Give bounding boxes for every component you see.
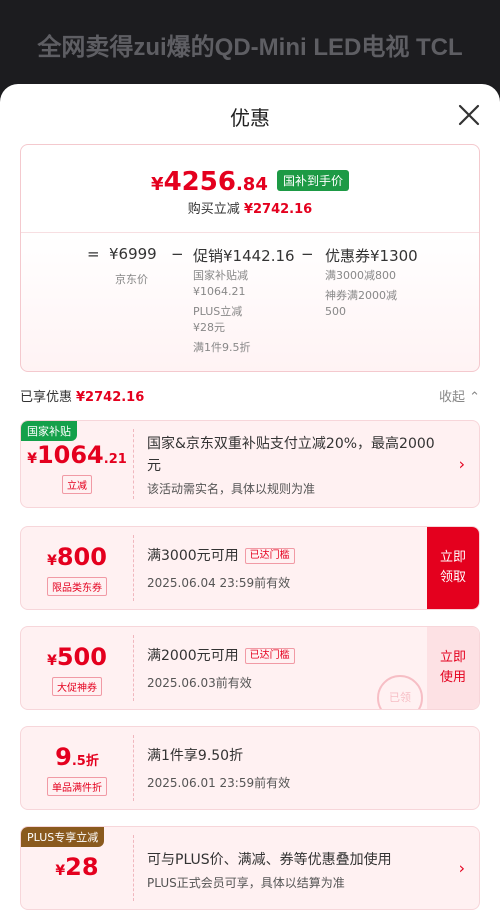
coupon-title-text: 满2000元可用 — [147, 648, 239, 664]
coupon-amount: 9.5折 — [21, 743, 133, 771]
coupon-separator — [133, 535, 134, 601]
price-summary-card: ¥4256.84 国补到手价 购买立减 ¥2742.16 = ¥6999 京东价… — [20, 144, 480, 372]
coupon-national-subsidy[interactable]: 国家补贴 ¥1064.21 立减 国家&京东双重补贴支付立减20%，最高2000… — [20, 420, 480, 508]
coupon-separator — [133, 735, 134, 801]
applied-discount-row: 已享优惠 ¥2742.16 收起 ⌃ — [20, 386, 480, 406]
coupon-currency: ¥ — [47, 553, 57, 569]
equals-sign: = — [87, 245, 100, 263]
coupon-800[interactable]: ¥800 限品类东券 满3000元可用 已达门槛 2025.06.04 23:59… — [20, 526, 480, 610]
coupon-amount-area: ¥800 限品类东券 — [21, 527, 133, 609]
jd-price: ¥6999 — [109, 245, 157, 263]
claim-button-label-line2: 领取 — [439, 570, 466, 585]
promo-line: 国家补贴减 — [193, 269, 248, 282]
applied-label: 已享优惠 — [20, 390, 73, 405]
coupon-discount-rate[interactable]: 9.5折 单品满件折 满1件享9.50折 2025.06.01 23:59前有效 — [20, 726, 480, 810]
final-price: ¥4256.84 国补到手价 — [21, 167, 479, 197]
coupon-total: 优惠券¥1300 — [325, 247, 418, 265]
chevron-right-icon[interactable]: › — [459, 455, 465, 474]
use-button-label-line2: 使用 — [439, 670, 466, 685]
final-price-tag: 国补到手价 — [276, 170, 349, 191]
coupon-amount-integer: 500 — [56, 643, 107, 671]
chevron-right-icon[interactable]: › — [459, 859, 465, 878]
coupon-validity: 2025.06.04 23:59前有效 — [147, 576, 291, 590]
coupon-separator — [133, 635, 134, 701]
coupon-amount-integer: 9 — [55, 743, 72, 771]
coupon-amount-integer: 800 — [56, 543, 107, 571]
saved-value: ¥2742.16 — [243, 202, 313, 217]
claim-button[interactable]: 立即 领取 — [427, 527, 479, 609]
jd-price-label: 京东价 — [115, 273, 148, 286]
promo-total: 促销¥1442.16 — [193, 247, 295, 265]
minus-sign: − — [301, 245, 314, 263]
claim-button-label-line1: 立即 — [439, 550, 466, 565]
coupon-tag: 立减 — [62, 475, 92, 494]
promo-line: ¥28元 — [193, 321, 225, 334]
sheet-title: 优惠 — [230, 106, 270, 130]
coupon-subtitle: 该活动需实名，具体以规则为准 — [147, 482, 316, 496]
coupon-tag: 单品满件折 — [47, 777, 107, 796]
use-button-label-line1: 立即 — [439, 650, 466, 665]
coupon-line: 500 — [325, 305, 346, 318]
final-price-currency: ¥ — [151, 174, 164, 195]
coupon-amount-area: 9.5折 单品满件折 — [21, 727, 133, 809]
coupon-currency: ¥ — [47, 653, 57, 669]
coupon-amount-integer: 1064 — [36, 441, 104, 469]
coupon-separator — [133, 835, 134, 901]
coupon-500[interactable]: ¥500 大促神券 满2000元可用 已达门槛 2025.06.03前有效 已领 … — [20, 626, 480, 710]
close-icon — [458, 104, 480, 126]
coupon-amount-area: ¥28 — [21, 827, 133, 909]
collapse-toggle[interactable]: 收起 ⌃ — [439, 386, 480, 405]
price-formula: = ¥6999 京东价 − 促销¥1442.16 国家补贴减 ¥1064.21 … — [21, 243, 479, 363]
final-price-fraction: .84 — [235, 174, 268, 195]
coupon-plus[interactable]: PLUS专享立减 ¥28 可与PLUS价、满减、券等优惠叠加使用 PLUS正式会… — [20, 826, 480, 910]
coupon-validity: 2025.06.01 23:59前有效 — [147, 776, 291, 790]
coupon-amount-area: ¥1064.21 立减 — [21, 421, 133, 507]
coupon-body: 满2000元可用 已达门槛 2025.06.03前有效 — [147, 645, 419, 693]
coupon-amount-fraction: .5折 — [71, 754, 99, 769]
coupon-amount-fraction: .21 — [103, 452, 127, 467]
coupon-amount: ¥800 — [21, 543, 133, 571]
discount-sheet: 优惠 ¥4256.84 国补到手价 购买立减 ¥2742.16 = ¥6999 … — [0, 84, 500, 910]
saved-label: 购买立减 — [187, 202, 240, 217]
promo-line: 满1件9.5折 — [193, 341, 251, 354]
coupon-subtitle: PLUS正式会员可享，具体以结算为准 — [147, 876, 345, 890]
minus-sign: − — [171, 245, 184, 263]
threshold-reached-badge: 已达门槛 — [244, 548, 295, 564]
coupon-tag: 大促神券 — [52, 677, 102, 696]
coupon-title: 满1件享9.50折 — [147, 748, 244, 764]
coupon-line: 神券满2000减 — [325, 289, 397, 302]
threshold-reached-badge: 已达门槛 — [244, 648, 295, 664]
use-button[interactable]: 立即 使用 — [427, 627, 479, 709]
coupon-title: 满2000元可用 已达门槛 — [147, 645, 419, 667]
applied-value: ¥2742.16 — [76, 390, 145, 405]
coupon-separator — [133, 429, 134, 499]
coupon-amount: ¥500 — [21, 643, 133, 671]
coupon-title: 可与PLUS价、满减、券等优惠叠加使用 — [147, 852, 392, 868]
coupon-tag: 限品类东券 — [47, 577, 107, 596]
coupon-title-text: 满3000元可用 — [147, 548, 239, 564]
promo-line: PLUS立减 — [193, 305, 243, 318]
final-price-integer: 4256 — [163, 167, 236, 197]
saved-amount: 购买立减 ¥2742.16 — [21, 198, 479, 217]
coupon-amount: ¥1064.21 — [21, 441, 133, 469]
promo-line: ¥1064.21 — [193, 285, 246, 298]
coupon-currency: ¥ — [55, 863, 66, 879]
coupon-title: 满3000元可用 已达门槛 — [147, 545, 419, 567]
coupon-body: 满1件享9.50折 2025.06.01 23:59前有效 — [147, 745, 419, 793]
coupon-body: 可与PLUS价、满减、券等优惠叠加使用 PLUS正式会员可享，具体以结算为准 — [147, 849, 445, 893]
divider — [21, 232, 479, 233]
coupon-currency: ¥ — [27, 451, 37, 467]
coupon-body: 国家&京东双重补贴支付立减20%，最高2000元 该活动需实名，具体以规则为准 — [147, 433, 445, 499]
coupon-title: 国家&京东双重补贴支付立减20%，最高2000元 — [147, 436, 435, 474]
coupon-amount-integer: 28 — [65, 853, 99, 881]
coupon-body: 满3000元可用 已达门槛 2025.06.04 23:59前有效 — [147, 545, 419, 593]
coupon-amount-area: ¥500 大促神券 — [21, 627, 133, 709]
close-button[interactable] — [456, 102, 482, 128]
coupon-amount: ¥28 — [21, 853, 133, 881]
coupon-line: 满3000减800 — [325, 269, 396, 282]
